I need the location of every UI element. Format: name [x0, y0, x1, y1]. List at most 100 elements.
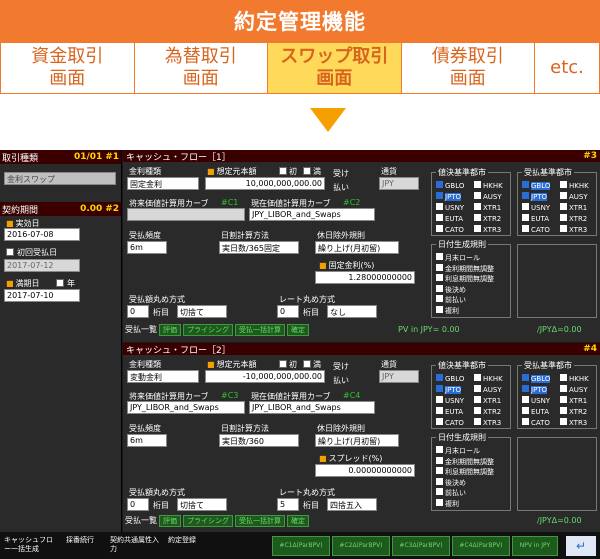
date-rule-option[interactable]: 複利: [436, 305, 459, 316]
evaluate-button-2[interactable]: 評価: [159, 515, 181, 527]
date-rule-option[interactable]: 月末ロール: [436, 446, 480, 456]
cashflow-generate-button[interactable]: キャッシュフロー一括生成: [4, 536, 58, 556]
city-option[interactable]: GBLO: [522, 181, 551, 190]
city-option[interactable]: USNY: [522, 396, 550, 405]
future-curve-select-2[interactable]: JPY_LIBOR_and_Swaps: [127, 401, 245, 414]
city-option[interactable]: XTR3: [474, 225, 501, 234]
spread-input[interactable]: 0.00000000000: [315, 464, 415, 477]
city-option[interactable]: GBLO: [436, 374, 464, 383]
bulk-calc-button[interactable]: 受払一括計算: [235, 324, 285, 336]
city-option[interactable]: HKHK: [474, 181, 503, 190]
date-rule-option[interactable]: 前払い: [436, 488, 466, 498]
daycount-select[interactable]: 実日数/365固定: [219, 241, 299, 254]
city-option[interactable]: XTR2: [474, 214, 501, 223]
tab-swap[interactable]: スワップ取引 画面: [268, 43, 402, 93]
city-option[interactable]: XTR1: [474, 396, 501, 405]
first-checkbox[interactable]: [279, 167, 287, 175]
first-recv-checkbox[interactable]: [6, 248, 14, 256]
city-option[interactable]: HKHK: [560, 181, 589, 190]
confirm-button[interactable]: 確定: [287, 324, 309, 336]
city-option[interactable]: AUSY: [474, 192, 502, 201]
maturity-date-input[interactable]: 2017-07-10: [4, 289, 80, 302]
evaluate-button[interactable]: 評価: [159, 324, 181, 336]
bulk-calc-button-2[interactable]: 受払一括計算: [235, 515, 285, 527]
enter-icon[interactable]: ↵: [566, 536, 596, 556]
last-checkbox[interactable]: [303, 167, 311, 175]
city-option[interactable]: AUSY: [560, 385, 588, 394]
last-checkbox-2[interactable]: [303, 360, 311, 368]
trade-register-button[interactable]: 約定登録: [168, 536, 202, 556]
tab-money-market[interactable]: 資金取引 画面: [1, 43, 135, 93]
city-option[interactable]: GBLO: [522, 374, 551, 383]
holiday-select-2[interactable]: 繰り上げ(月初留): [315, 434, 399, 447]
freq-select[interactable]: 6m: [127, 241, 167, 254]
city-option[interactable]: XTR2: [560, 214, 587, 223]
effective-date-input[interactable]: 2016-07-08: [4, 228, 80, 241]
receive-radio-label-2[interactable]: 受け: [333, 361, 349, 372]
fixed-rate-input[interactable]: 1.28000000000: [315, 271, 415, 284]
rate-round-digits-select-2[interactable]: 5: [277, 498, 299, 511]
date-rule-option[interactable]: 複利: [436, 498, 459, 509]
city-option[interactable]: CATO: [522, 225, 550, 234]
pay-radio-label[interactable]: 払い: [333, 182, 349, 193]
city-option[interactable]: XTR2: [560, 407, 587, 416]
rate-type-select-2[interactable]: 変動金利: [127, 370, 199, 383]
city-option[interactable]: HKHK: [560, 374, 589, 383]
city-option[interactable]: AUSY: [560, 192, 588, 201]
round-digits-select[interactable]: 0: [127, 305, 149, 318]
city-option[interactable]: JPTO: [436, 385, 462, 394]
rate-type-select[interactable]: 固定金利: [127, 177, 199, 190]
city-option[interactable]: USNY: [436, 396, 464, 405]
schedule-list-button[interactable]: 受払一覧: [125, 324, 157, 336]
pricing-button-2[interactable]: プライシング: [183, 515, 233, 527]
numbering-continue-button[interactable]: 採番続行: [66, 536, 100, 556]
city-option[interactable]: XTR3: [474, 418, 501, 427]
pay-radio-label-2[interactable]: 払い: [333, 375, 349, 386]
round-mode-select[interactable]: 切捨て: [177, 305, 227, 318]
date-rule-option[interactable]: 後決め: [436, 477, 466, 488]
city-option[interactable]: EUTA: [522, 407, 549, 416]
city-option[interactable]: USNY: [436, 203, 464, 212]
date-rule-option[interactable]: 利息期間無調整: [436, 467, 494, 477]
first-recv-date-input[interactable]: 2017-07-12: [4, 259, 80, 272]
daycount-select-2[interactable]: 実日数/360: [219, 434, 299, 447]
receive-radio-label[interactable]: 受け: [333, 168, 349, 179]
date-rule-option[interactable]: 前払い: [436, 295, 466, 305]
confirm-button-2[interactable]: 確定: [287, 515, 309, 527]
currency-select[interactable]: JPY: [379, 177, 419, 190]
date-rule-option[interactable]: 月末ロール: [436, 253, 480, 263]
tab-etc[interactable]: etc.: [535, 43, 599, 93]
city-option[interactable]: CATO: [436, 225, 464, 234]
notional-input[interactable]: 10,000,000,000.00: [205, 177, 325, 190]
holiday-select[interactable]: 繰り上げ(月初留): [315, 241, 399, 254]
city-option[interactable]: XTR3: [560, 418, 587, 427]
city-option[interactable]: JPTO: [522, 385, 548, 394]
tab-fx[interactable]: 為替取引 画面: [135, 43, 268, 93]
trade-type-select[interactable]: 金利スワップ: [4, 172, 116, 185]
city-option[interactable]: HKHK: [474, 374, 503, 383]
pv-curve-select-2[interactable]: JPY_LIBOR_and_Swaps: [249, 401, 375, 414]
city-option[interactable]: JPTO: [522, 192, 548, 201]
city-option[interactable]: GBLO: [436, 181, 464, 190]
rate-round-digits-select[interactable]: 0: [277, 305, 299, 318]
contract-attr-button[interactable]: 契約共通属性入力: [110, 536, 160, 556]
date-rule-option[interactable]: 金利期間無調整: [436, 456, 494, 467]
year-checkbox[interactable]: [56, 279, 64, 287]
city-option[interactable]: USNY: [522, 203, 550, 212]
date-rule-option[interactable]: 利息期間無調整: [436, 274, 494, 284]
schedule-list-button-2[interactable]: 受払一覧: [125, 515, 157, 527]
city-option[interactable]: EUTA: [522, 214, 549, 223]
city-option[interactable]: XTR1: [560, 203, 587, 212]
freq-select-2[interactable]: 6m: [127, 434, 167, 447]
city-option[interactable]: EUTA: [436, 214, 463, 223]
pv-curve-select[interactable]: JPY_LIBOR_and_Swaps: [249, 208, 375, 221]
city-option[interactable]: CATO: [436, 418, 464, 427]
future-curve-select[interactable]: [127, 208, 245, 221]
tab-bond[interactable]: 債券取引 画面: [402, 43, 535, 93]
city-option[interactable]: XTR3: [560, 225, 587, 234]
currency-select-2[interactable]: JPY: [379, 370, 419, 383]
city-option[interactable]: XTR1: [560, 396, 587, 405]
city-option[interactable]: XTR1: [474, 203, 501, 212]
date-rule-option[interactable]: 金利期間無調整: [436, 263, 494, 274]
notional-input-2[interactable]: -10,000,000,000.00: [205, 370, 325, 383]
